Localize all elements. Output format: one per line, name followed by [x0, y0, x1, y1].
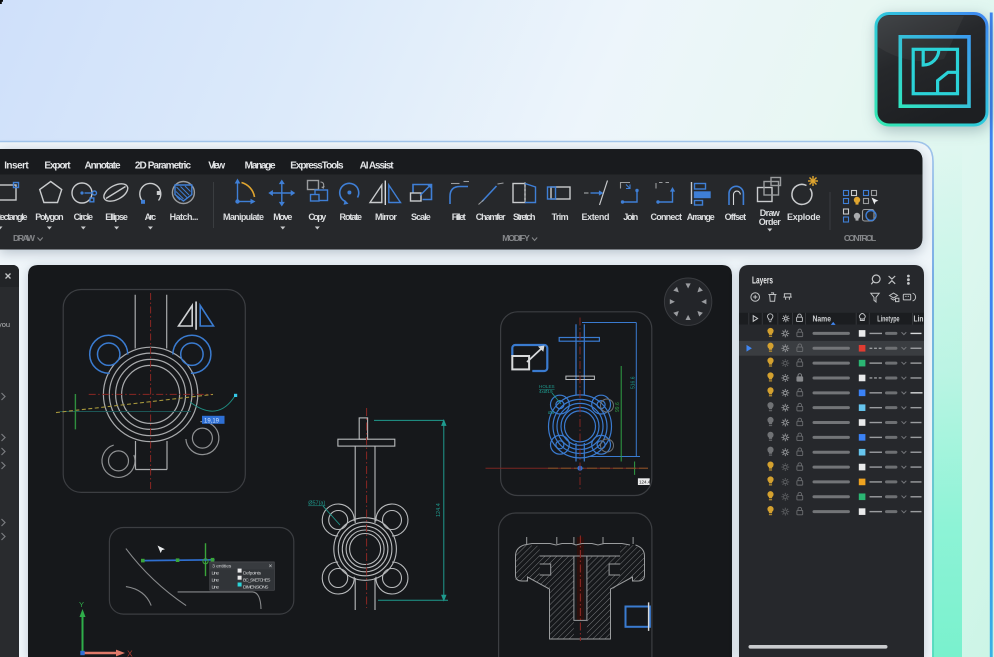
- svg-text:Mirror: Mirror: [375, 212, 397, 222]
- svg-text:124.4: 124.4: [436, 503, 442, 517]
- svg-text:ExpressTools: ExpressTools: [290, 160, 344, 171]
- svg-text:Export: Export: [44, 160, 71, 171]
- svg-text:Hatch...: Hatch...: [170, 212, 199, 222]
- svg-text:Join: Join: [623, 212, 638, 222]
- svg-text:Insert: Insert: [4, 160, 29, 171]
- svg-text:Fillet: Fillet: [452, 212, 466, 222]
- svg-text:Scale: Scale: [411, 212, 431, 222]
- svg-text:AI Assist: AI Assist: [360, 160, 395, 171]
- svg-text:Connect: Connect: [650, 212, 682, 222]
- svg-text:Trim: Trim: [552, 212, 569, 222]
- svg-text:DIMENSIONS: DIMENSIONS: [243, 584, 269, 590]
- svg-text:Ellipse: Ellipse: [105, 212, 128, 222]
- svg-text:Rectangle: Rectangle: [0, 212, 28, 222]
- svg-text:Move: Move: [273, 212, 292, 222]
- svg-text:Arc: Arc: [145, 212, 157, 222]
- svg-text:2D Parametric: 2D Parametric: [135, 160, 192, 171]
- svg-text:3 entities: 3 entities: [212, 563, 232, 569]
- svg-text:BC_SKETCHES: BC_SKETCHES: [243, 577, 271, 583]
- svg-text:View: View: [208, 160, 225, 171]
- svg-text:Manipulate: Manipulate: [223, 212, 264, 222]
- svg-text:Line: Line: [211, 570, 219, 576]
- svg-text:Annotate: Annotate: [85, 160, 121, 171]
- svg-text:Stretch: Stretch: [513, 212, 536, 222]
- svg-text:Extend: Extend: [582, 212, 610, 222]
- svg-text:Order: Order: [759, 217, 781, 227]
- svg-text:Chamfer: Chamfer: [476, 212, 506, 222]
- svg-text:DRAW: DRAW: [13, 233, 36, 243]
- svg-text:Linetype: Linetype: [877, 313, 899, 323]
- svg-text:Polygon: Polygon: [35, 212, 63, 222]
- svg-text:Line: Line: [211, 577, 219, 583]
- svg-text:4xØ19: 4xØ19: [539, 389, 553, 394]
- svg-text:Explode: Explode: [787, 212, 821, 222]
- svg-text:Arrange: Arrange: [687, 212, 715, 222]
- svg-text:19,19: 19,19: [204, 418, 220, 424]
- svg-text:MODIFY: MODIFY: [502, 233, 530, 243]
- svg-text:CONTROL: CONTROL: [844, 233, 877, 243]
- svg-text:Line: Line: [211, 584, 219, 590]
- svg-text:Ø6: Ø6: [548, 410, 555, 415]
- svg-text:Ø57(a): Ø57(a): [308, 501, 325, 507]
- svg-text:Copy: Copy: [308, 212, 326, 222]
- svg-text:99.6: 99.6: [615, 402, 621, 412]
- svg-text:Layers: Layers: [752, 274, 773, 286]
- svg-text:Manage: Manage: [245, 160, 276, 171]
- svg-text:Y: Y: [79, 600, 84, 609]
- svg-text:516.6: 516.6: [630, 376, 636, 389]
- svg-text:X: X: [127, 649, 133, 657]
- svg-text:Circle: Circle: [74, 212, 93, 222]
- svg-text:Defpoints: Defpoints: [243, 570, 262, 576]
- svg-text:Name: Name: [812, 313, 831, 323]
- svg-text:124.4: 124.4: [639, 480, 651, 485]
- svg-text:Lin: Lin: [913, 313, 923, 323]
- svg-text:Offset: Offset: [725, 212, 747, 222]
- svg-text:Rotate: Rotate: [340, 212, 363, 222]
- svg-text:×: ×: [268, 563, 272, 570]
- svg-text:you: you: [0, 320, 10, 329]
